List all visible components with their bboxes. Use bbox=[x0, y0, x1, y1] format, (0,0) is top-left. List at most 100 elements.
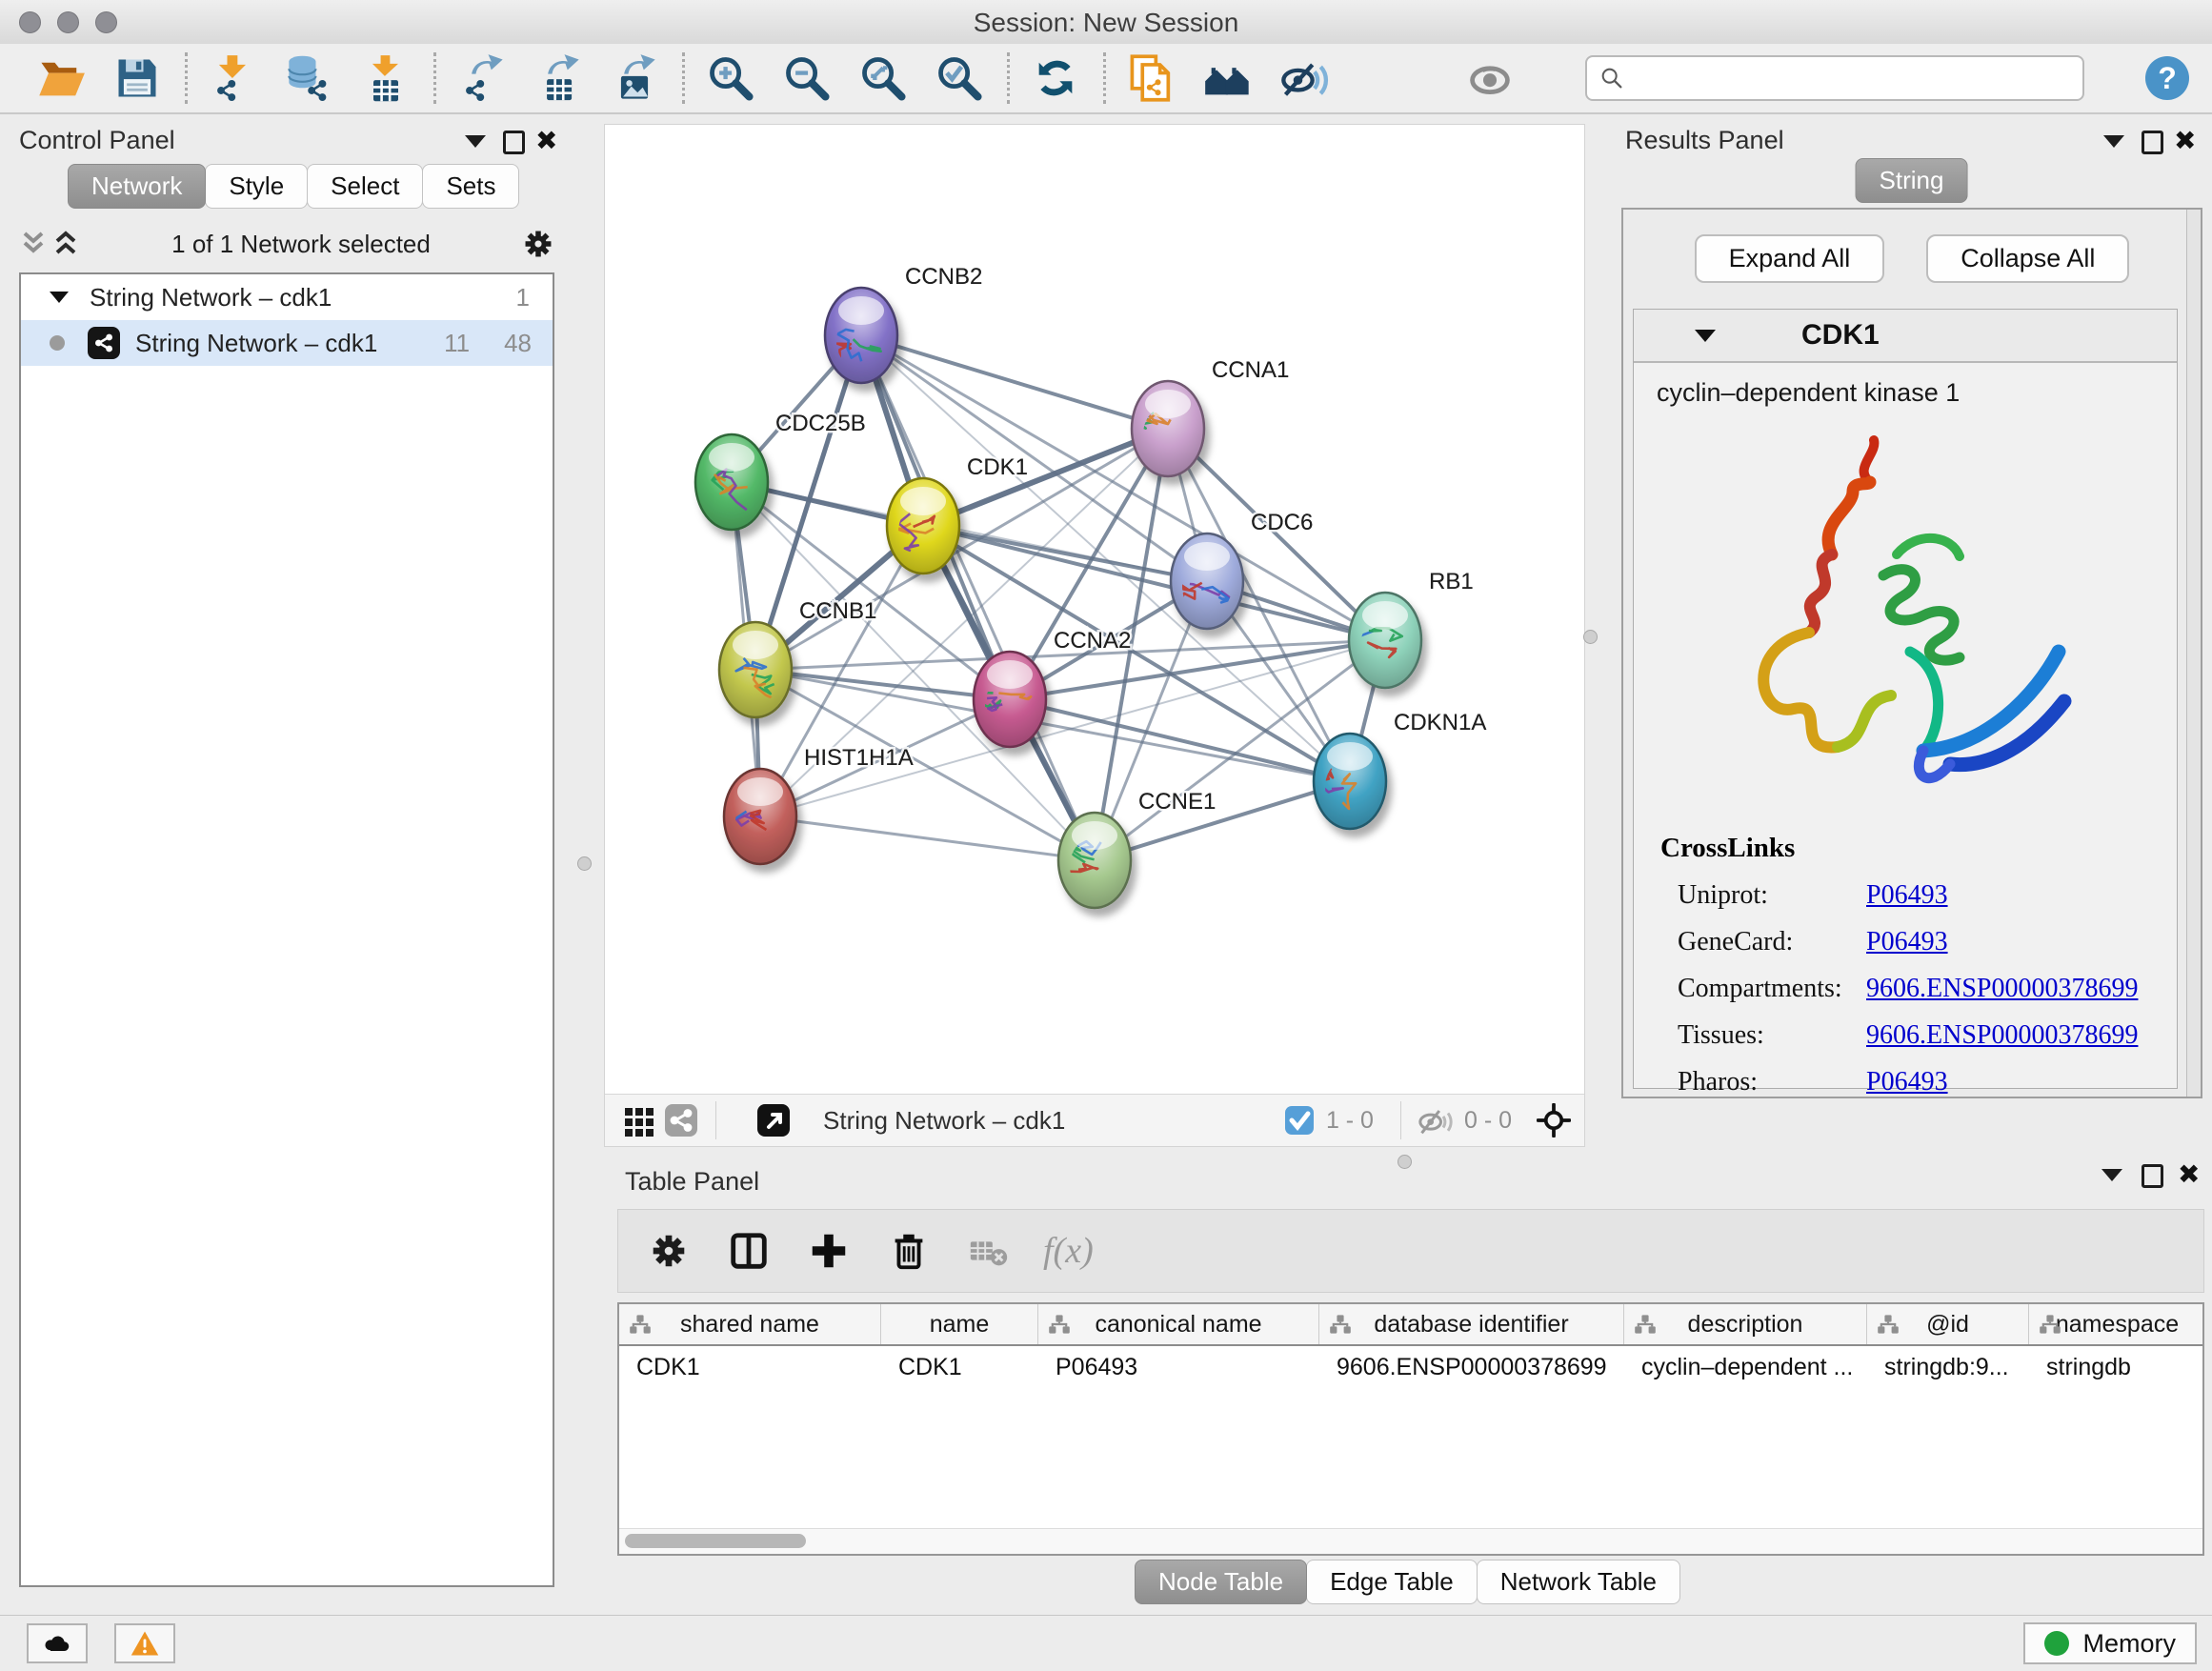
results-panel-float-icon[interactable] bbox=[2142, 130, 2166, 154]
column-label: @id bbox=[1926, 1311, 1969, 1339]
tab-network-table[interactable]: Network Table bbox=[1477, 1560, 1680, 1604]
column-label: description bbox=[1688, 1311, 1803, 1339]
table-cell: P06493 bbox=[1038, 1354, 1319, 1381]
results-panel-close-icon[interactable]: ✖ bbox=[2174, 130, 2199, 154]
control-panel-close-icon[interactable]: ✖ bbox=[535, 130, 560, 154]
import-network-icon[interactable] bbox=[207, 50, 262, 106]
table-cell: CDK1 bbox=[619, 1354, 881, 1381]
node-label-CCNA1: CCNA1 bbox=[1212, 357, 1289, 383]
gear-icon[interactable] bbox=[520, 226, 556, 262]
eye-icon[interactable] bbox=[1463, 50, 1518, 106]
tab-string[interactable]: String bbox=[1856, 158, 1968, 203]
delete-table-icon bbox=[963, 1224, 1016, 1278]
tree-expand-icon[interactable] bbox=[50, 292, 69, 303]
hidden-eye-icon bbox=[1415, 1104, 1453, 1137]
clone-network-icon[interactable] bbox=[1125, 50, 1180, 106]
window-title: Session: New Session bbox=[0, 8, 2212, 38]
control-panel-menu-icon[interactable] bbox=[465, 130, 490, 154]
search-icon bbox=[1599, 65, 1625, 91]
zoom-in-icon[interactable] bbox=[704, 50, 759, 106]
selected-checkbox-icon[interactable] bbox=[1284, 1105, 1315, 1136]
table-cell: stringdb bbox=[2029, 1354, 2204, 1381]
column-label: namespace bbox=[2056, 1311, 2179, 1339]
results-scrollbar[interactable] bbox=[2186, 210, 2201, 1097]
left-splitter-handle[interactable] bbox=[577, 856, 592, 871]
search-box[interactable] bbox=[1585, 55, 2084, 101]
column-label: database identifier bbox=[1374, 1311, 1568, 1339]
protein-section-header[interactable]: CDK1 bbox=[1634, 310, 2177, 363]
expand-all-icon[interactable] bbox=[50, 230, 82, 258]
function-builder-button: f(x) bbox=[1043, 1230, 1094, 1272]
crosslink-link[interactable]: P06493 bbox=[1866, 880, 1948, 911]
string-results-box: Expand All Collapse All CDK1 cyclin–depe… bbox=[1621, 208, 2202, 1098]
open-session-icon[interactable] bbox=[34, 50, 90, 106]
table-scrollbar-thumb[interactable] bbox=[625, 1534, 806, 1548]
crosslink-row: GeneCard:P06493 bbox=[1660, 927, 2177, 957]
network-node-CDKN1A bbox=[1312, 734, 1386, 829]
memory-button[interactable]: Memory bbox=[2023, 1622, 2197, 1664]
tab-network[interactable]: Network bbox=[68, 164, 206, 209]
import-table-icon[interactable] bbox=[359, 50, 414, 106]
show-columns-icon[interactable] bbox=[723, 1224, 776, 1278]
export-table-icon[interactable] bbox=[532, 50, 587, 106]
tab-node-table[interactable]: Node Table bbox=[1135, 1560, 1307, 1604]
warnings-button[interactable] bbox=[114, 1623, 175, 1663]
tab-edge-table[interactable]: Edge Table bbox=[1306, 1560, 1478, 1604]
table-panel-menu-icon[interactable] bbox=[2101, 1163, 2126, 1188]
search-input[interactable] bbox=[1635, 64, 2071, 93]
network-tree-root-row[interactable]: String Network – cdk1 1 bbox=[21, 274, 553, 320]
zoom-selected-icon[interactable] bbox=[933, 50, 988, 106]
table-panel-float-icon[interactable] bbox=[2142, 1163, 2166, 1188]
network-share-icon[interactable] bbox=[660, 1099, 702, 1141]
save-session-icon[interactable] bbox=[111, 50, 166, 106]
column-header-name[interactable]: name bbox=[881, 1304, 1038, 1344]
tab-style[interactable]: Style bbox=[205, 164, 308, 209]
warning-icon bbox=[130, 1628, 160, 1659]
expand-all-button[interactable]: Expand All bbox=[1695, 234, 1885, 283]
birds-eye-view-icon[interactable] bbox=[618, 1099, 660, 1141]
control-panel-float-icon[interactable] bbox=[503, 130, 528, 154]
export-network-icon[interactable] bbox=[455, 50, 511, 106]
column-header-database-identifier[interactable]: database identifier bbox=[1319, 1304, 1624, 1344]
collapse-all-button[interactable]: Collapse All bbox=[1926, 234, 2129, 283]
table-settings-gear-icon[interactable] bbox=[643, 1224, 696, 1278]
column-header-namespace[interactable]: namespace bbox=[2029, 1304, 2204, 1344]
results-panel-menu-icon[interactable] bbox=[2103, 130, 2128, 154]
delete-column-icon[interactable] bbox=[883, 1224, 936, 1278]
crosslink-link[interactable]: 9606.ENSP00000378699 bbox=[1866, 1020, 2138, 1051]
open-in-window-icon[interactable] bbox=[753, 1099, 794, 1141]
zoom-fit-icon[interactable] bbox=[856, 50, 912, 106]
network-tree-child-row[interactable]: String Network – cdk1 11 48 bbox=[21, 320, 553, 366]
crosslink-link[interactable]: P06493 bbox=[1866, 927, 1948, 957]
column-header-description[interactable]: description bbox=[1624, 1304, 1867, 1344]
export-image-icon[interactable] bbox=[608, 50, 663, 106]
string-glass-icon[interactable] bbox=[1277, 50, 1333, 106]
cloud-button[interactable] bbox=[27, 1623, 88, 1663]
table-panel-close-icon[interactable]: ✖ bbox=[2178, 1163, 2202, 1188]
section-collapse-icon[interactable] bbox=[1695, 330, 1716, 342]
column-header-canonical-name[interactable]: canonical name bbox=[1038, 1304, 1319, 1344]
right-splitter-handle[interactable] bbox=[1583, 630, 1598, 644]
help-button[interactable]: ? bbox=[2145, 56, 2189, 100]
string-home-icon[interactable] bbox=[1201, 50, 1257, 106]
collapse-all-icon[interactable] bbox=[17, 230, 50, 258]
refresh-icon[interactable] bbox=[1029, 50, 1084, 106]
add-column-icon[interactable] bbox=[803, 1224, 856, 1278]
network-node-CDC6 bbox=[1171, 534, 1243, 629]
tab-select[interactable]: Select bbox=[307, 164, 423, 209]
table-horizontal-scrollbar bbox=[619, 1528, 2202, 1554]
crosslink-link[interactable]: P06493 bbox=[1866, 1067, 1948, 1097]
tab-sets[interactable]: Sets bbox=[422, 164, 519, 209]
column-header-shared-name[interactable]: shared name bbox=[619, 1304, 881, 1344]
crosslink-link[interactable]: 9606.ENSP00000378699 bbox=[1866, 974, 2138, 1004]
control-panel-title: Control Panel bbox=[19, 126, 175, 155]
table-row[interactable]: CDK1CDK1P064939606.ENSP00000378699cyclin… bbox=[619, 1346, 2202, 1388]
fit-selected-crosshair-icon[interactable] bbox=[1533, 1099, 1575, 1141]
network-canvas[interactable]: CCNB2CCNB2CCNA1CCNA1CDC25BCDC25BCDK1CDK1… bbox=[605, 125, 1584, 1095]
bottom-splitter-handle[interactable] bbox=[1398, 1155, 1412, 1169]
import-database-icon[interactable] bbox=[283, 50, 338, 106]
protein-name: CDK1 bbox=[1801, 319, 1880, 352]
column-header-id[interactable]: @id bbox=[1867, 1304, 2029, 1344]
network-node-CCNB2 bbox=[825, 288, 897, 383]
zoom-out-icon[interactable] bbox=[780, 50, 835, 106]
